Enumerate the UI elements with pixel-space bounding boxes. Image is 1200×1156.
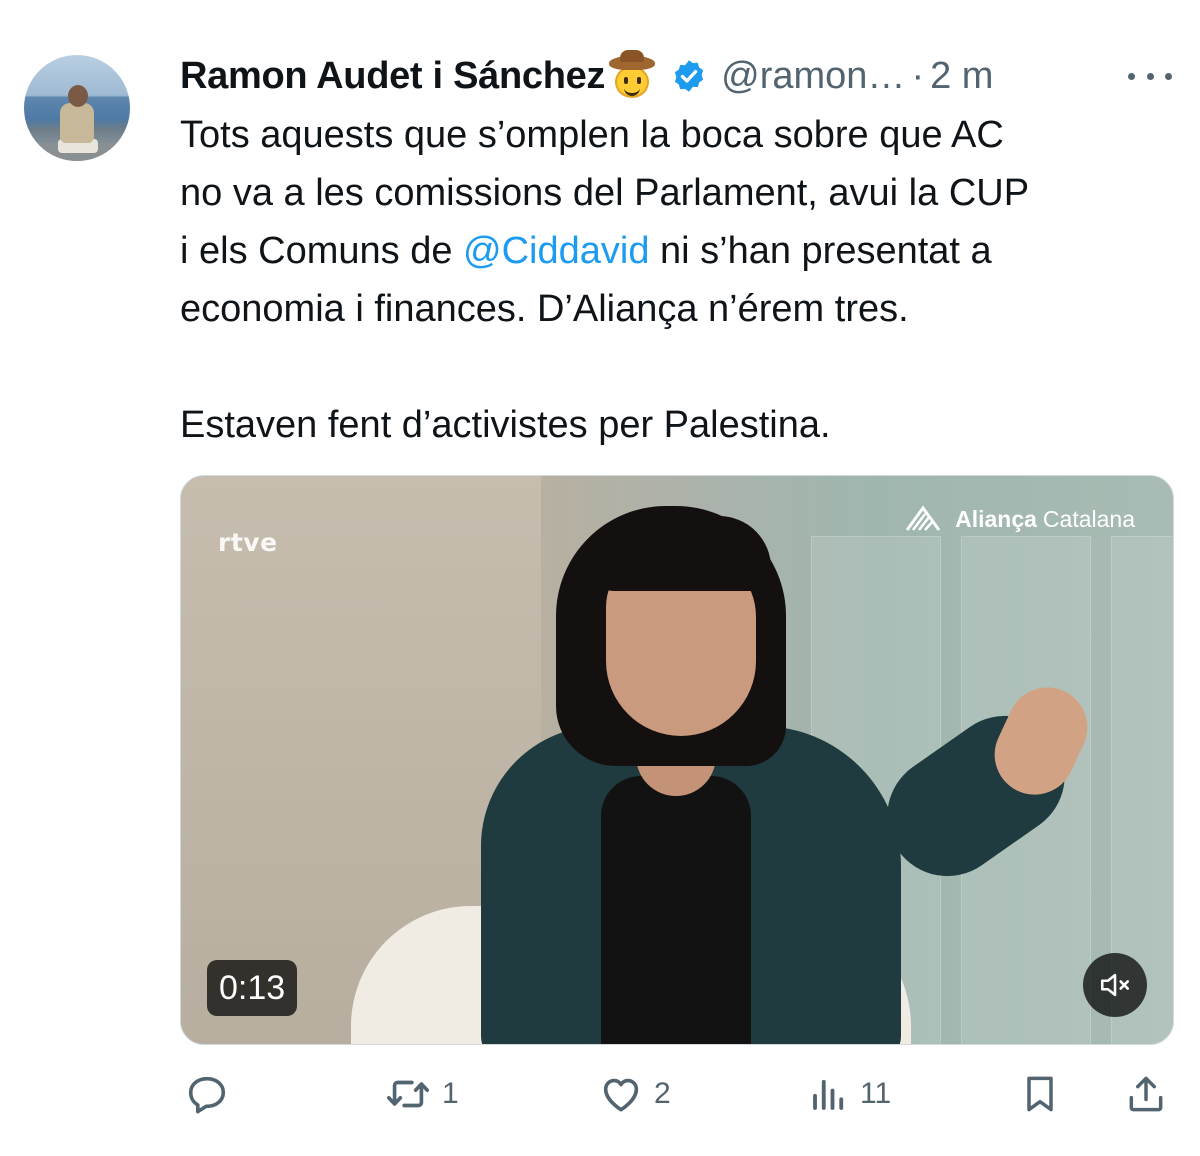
- video-speaker-fringe: [591, 516, 771, 591]
- tweet[interactable]: Ramon Audet i Sánchez @ramon… · 2 m Tots…: [0, 0, 1200, 1156]
- author-handle[interactable]: @ramon…: [721, 55, 905, 98]
- views-button[interactable]: 11: [808, 1066, 891, 1122]
- brand-regular: Catalana: [1042, 505, 1135, 532]
- like-button[interactable]: 2: [598, 1066, 671, 1122]
- bookmark-button[interactable]: [1018, 1066, 1062, 1122]
- tweet-line-1: Tots aquests que s’omplen la boca sobre …: [180, 114, 1004, 156]
- mention-link[interactable]: @Ciddavid: [463, 230, 649, 272]
- video-speaker-shirt: [601, 776, 751, 1044]
- tweet-header: Ramon Audet i Sánchez @ramon… · 2 m: [180, 48, 1180, 104]
- like-icon: [603, 1078, 639, 1112]
- avatar-person-body: [60, 103, 94, 143]
- more-icon[interactable]: [1128, 64, 1172, 88]
- retweet-button[interactable]: 1: [384, 1066, 459, 1122]
- tweet-line-4: economia i finances. D’Aliança n’érem tr…: [180, 288, 909, 330]
- author-name[interactable]: Ramon Audet i Sánchez: [180, 55, 605, 98]
- views-count: 11: [860, 1077, 892, 1110]
- video-player[interactable]: rtve Aliança Catalana 0:13: [180, 475, 1174, 1045]
- mute-icon[interactable]: [1083, 953, 1147, 1017]
- alianca-logo-icon: [905, 505, 941, 531]
- separator-dot: ·: [911, 54, 925, 97]
- share-icon: [1129, 1076, 1163, 1112]
- retweet-icon: [387, 1080, 429, 1108]
- bookmark-icon: [1027, 1076, 1053, 1112]
- reply-button[interactable]: [184, 1066, 240, 1122]
- line3-prefix: i els Comuns de: [180, 230, 464, 272]
- retweet-count: 1: [442, 1077, 459, 1110]
- views-icon: [813, 1079, 844, 1110]
- reply-icon: [188, 1076, 226, 1114]
- video-duration: 0:13: [207, 960, 298, 1016]
- brand-watermark: Aliança Catalana: [903, 504, 1135, 534]
- line3-suffix: ni s’han presentat a: [649, 230, 992, 272]
- avatar-person-head: [68, 85, 88, 107]
- avatar[interactable]: [24, 55, 130, 161]
- cowboy-hat-face-icon: [607, 50, 657, 98]
- brand-bold: Aliança: [955, 505, 1037, 532]
- verified-badge-icon[interactable]: [671, 58, 707, 94]
- share-button[interactable]: [1124, 1066, 1168, 1122]
- tweet-line-3: i els Comuns de @Ciddavid ni s’han prese…: [180, 222, 1180, 280]
- tweet-line-2: no va a les comissions del Parlament, av…: [180, 172, 1030, 214]
- tweet-time[interactable]: 2 m: [930, 55, 993, 98]
- tweet-paragraph-2: Estaven fent d’activistes per Palestina.: [180, 404, 831, 446]
- tweet-text: Tots aquests que s’omplen la boca sobre …: [180, 106, 1180, 454]
- like-count: 2: [654, 1077, 671, 1110]
- rtve-watermark: rtve: [218, 528, 278, 557]
- action-bar: 1 2 11: [180, 1066, 1174, 1122]
